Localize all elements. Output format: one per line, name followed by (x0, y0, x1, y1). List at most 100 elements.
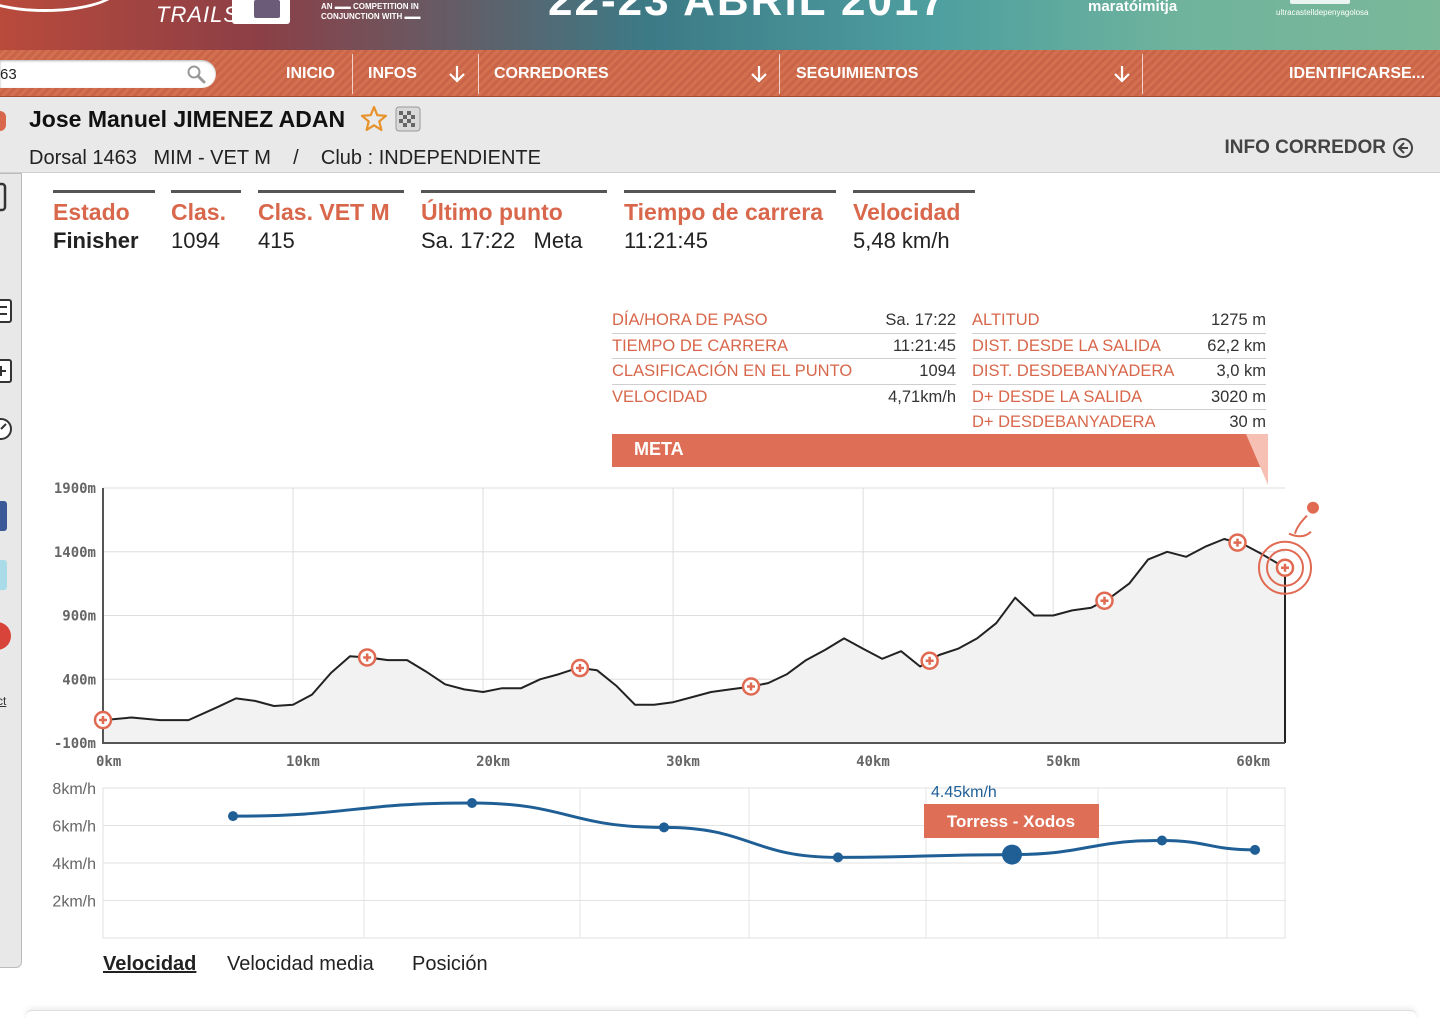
detail-value: 30 m (1229, 413, 1266, 431)
detail-key: Velocidad (612, 387, 708, 406)
arrow-down-icon[interactable] (748, 63, 770, 85)
tab-velocidad-media[interactable]: Velocidad media (227, 953, 374, 976)
speed-point[interactable] (228, 811, 238, 822)
detail-row: Velocidad 4,71km/h (612, 385, 956, 411)
ultra-text: ultracastelldepenyagolosa (1276, 8, 1369, 17)
info-corredor-label: INFO CORREDOR (1224, 137, 1387, 158)
nav-seguimientos[interactable]: SEGUIMIENTOS (796, 50, 918, 97)
detail-key: D+ desdeBanyadera (972, 413, 1156, 431)
nav-inicio[interactable]: INICIO (286, 50, 335, 97)
speed-point[interactable] (1250, 844, 1260, 855)
info-corredor-button[interactable]: INFO CORREDOR (1225, 137, 1415, 159)
stat-label: Tiempo de carrera (624, 199, 824, 225)
marato-logo: maratóimitja (1088, 0, 1178, 15)
tooltip-value: 4.45km/h (931, 784, 997, 801)
speed-point[interactable] (467, 798, 477, 808)
search-box (0, 60, 216, 88)
add-icon[interactable] (0, 354, 19, 388)
nav-infos[interactable]: INFOS (368, 50, 417, 97)
x-tick-label: 50km (1046, 754, 1080, 770)
detail-key: Dist. desde la salida (972, 336, 1161, 355)
detail-value: 3,0 km (1216, 362, 1266, 380)
detail-key: Clasificación en el punto (612, 362, 853, 380)
speed-point[interactable] (833, 852, 843, 863)
detail-key: Altitud (972, 311, 1040, 329)
competition-text: AN ▬▬ COMPETITION IN CONJUNCTION WITH ▬▬ (321, 2, 421, 21)
point-detail-left: Día/Hora de paso Sa. 17:22 Tiempo de carr… (612, 308, 956, 410)
stat-ultimo-punto: Último punto Sa. 17:22 Meta (421, 190, 607, 254)
nav-identificarse[interactable]: IDENTIFICARSE... (1289, 50, 1425, 97)
arrow-down-icon[interactable] (446, 63, 468, 85)
favorite-star-icon[interactable] (360, 105, 388, 133)
nav-divider (478, 54, 479, 94)
nav-divider (1142, 54, 1143, 94)
tab-velocidad[interactable]: Velocidad (103, 953, 196, 976)
speed-chart[interactable]: 8km/h 6km/h 4km/h 2km/h 4.45km/h Torress - Xo… (0, 770, 1300, 945)
speed-line (232, 801, 1256, 859)
runner-header: Jose Manuel JIMENEZ ADAN Dorsal 1463 MIM… (0, 97, 1440, 173)
header-banner: TRAILS AN ▬▬ COMPETITION IN CONJUNCTION … (0, 0, 1440, 50)
tooltip-segment: Torress - Xodos (947, 812, 1075, 831)
utmb-logo (232, 0, 290, 24)
stat-label: Estado (53, 199, 130, 225)
detail-row: Clasificación en el punto 1094 (612, 359, 956, 385)
stat-value: Sa. 17:22 Meta (421, 228, 583, 253)
stat-label: Último punto (421, 199, 563, 225)
runner-pin-icon (0, 111, 6, 131)
speed-point[interactable] (1002, 844, 1022, 865)
detail-row: Altitud 1275 m (972, 308, 1266, 334)
detail-key: Tiempo de carrera (612, 336, 789, 355)
y-tick-label: 4km/h (52, 856, 96, 873)
stat-value: 415 (258, 228, 295, 253)
nav-corredores[interactable]: CORREDORES (494, 50, 609, 97)
list-icon[interactable] (0, 294, 19, 328)
stat-value: 1094 (171, 228, 220, 253)
detail-value: 3020 m (1210, 387, 1266, 406)
stat-velocidad: Velocidad 5,48 km/h (853, 190, 975, 254)
runner-name: Jose Manuel JIMENEZ ADAN (29, 106, 346, 132)
elevation-area (103, 539, 1285, 743)
detail-key: D+ desde la salida (972, 387, 1143, 406)
detail-key: Dist. desdeBanyadera (972, 362, 1175, 380)
checkered-flag-icon[interactable] (395, 106, 421, 132)
detail-row: Dist. desdeBanyadera 3,0 km (972, 359, 1266, 385)
runner-head-icon (1307, 501, 1319, 514)
arrow-down-icon[interactable] (1111, 63, 1133, 85)
x-tick-label: 10km (286, 754, 320, 770)
speed-point[interactable] (1157, 835, 1167, 846)
point-name-banner: META (612, 434, 1268, 485)
detail-value: 1275 m (1210, 311, 1266, 329)
y-tick-label: 900m (62, 609, 96, 625)
detail-row: Día/Hora de paso Sa. 17:22 (612, 308, 956, 334)
detail-row: D+ desdeBanyadera 30 m (972, 410, 1266, 436)
stat-value: 11:21:45 (624, 228, 709, 253)
y-tick-label: 1400m (54, 545, 96, 561)
nav-divider (779, 54, 780, 94)
detail-row: D+ desde la salida 3020 m (972, 385, 1266, 410)
device-icon[interactable] (0, 180, 19, 214)
speed-point[interactable] (659, 822, 669, 833)
search-input[interactable] (0, 60, 180, 88)
x-tick-label: 20km (476, 754, 510, 770)
y-tick-label: 6km/h (52, 819, 96, 836)
detail-value: 4,71km/h (888, 387, 956, 406)
clock-icon[interactable] (0, 412, 19, 446)
nav-divider (352, 54, 353, 94)
elevation-chart[interactable]: 1900m 1400m 900m 400m -100m0km 10km 20km 30km 40… (0, 470, 1340, 770)
y-tick-label: -100m (54, 736, 96, 752)
detail-value: 11:21:45 (892, 336, 956, 355)
search-icon[interactable] (186, 64, 206, 84)
stat-clas-cat: Clas. VET M 415 (258, 190, 404, 254)
detail-value: Sa. 17:22 (885, 311, 956, 329)
y-tick-label: 2km/h (52, 894, 96, 911)
tab-posicion[interactable]: Posición (412, 953, 488, 976)
ultra-logo (1290, 0, 1350, 4)
y-tick-label: 400m (62, 672, 96, 688)
detail-value: 1094 (919, 362, 956, 380)
detail-row: Tiempo de carrera 11:21:45 (612, 334, 956, 359)
circle-arrow-left-icon (1393, 138, 1413, 158)
x-tick-label: 60km (1236, 754, 1270, 770)
point-detail-right: Altitud 1275 m Dist. desde la salida 62,2 … (972, 308, 1266, 436)
stat-label: Clas. VET M (258, 199, 390, 225)
stat-tiempo: Tiempo de carrera 11:21:45 (624, 190, 836, 254)
